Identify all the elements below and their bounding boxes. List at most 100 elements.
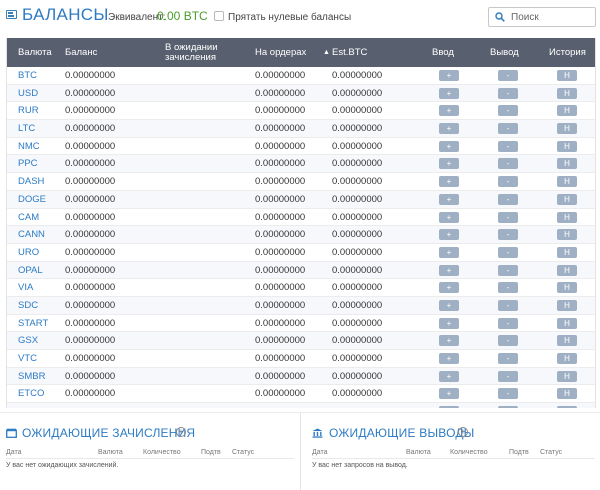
hide-zero-balances-checkbox[interactable] bbox=[214, 11, 224, 21]
deposit-button[interactable]: + bbox=[439, 123, 459, 135]
table-header: Валюта Баланс В ожидании зачисления На о… bbox=[7, 38, 595, 67]
balance-value: 0.00000000 bbox=[65, 158, 116, 170]
currency-link[interactable]: NMC bbox=[18, 138, 40, 155]
deposit-button[interactable]: + bbox=[439, 158, 459, 170]
deposit-button[interactable]: + bbox=[439, 246, 459, 258]
history-button[interactable]: H bbox=[557, 229, 577, 241]
expand-withdrawals-icon[interactable]: + bbox=[458, 427, 468, 437]
withdraw-button[interactable]: - bbox=[498, 229, 518, 241]
history-button[interactable]: H bbox=[557, 370, 577, 382]
withdraw-button[interactable]: - bbox=[498, 317, 518, 329]
history-button[interactable]: H bbox=[557, 406, 577, 408]
currency-link[interactable]: GSX bbox=[18, 332, 38, 349]
currency-link[interactable]: PPC bbox=[18, 155, 38, 172]
table-row: USD 0.00000000 0.00000000 0.00000000 + - H bbox=[7, 84, 595, 103]
currency-link[interactable]: RUR bbox=[18, 102, 39, 119]
withdraw-button[interactable]: - bbox=[498, 193, 518, 205]
currency-link[interactable]: CAM bbox=[18, 209, 39, 226]
currency-link[interactable]: VIA bbox=[18, 279, 33, 296]
withdraw-button[interactable]: - bbox=[498, 388, 518, 400]
withdraw-button[interactable]: - bbox=[498, 370, 518, 382]
deposit-button[interactable]: + bbox=[439, 193, 459, 205]
history-button[interactable]: H bbox=[557, 123, 577, 135]
currency-link[interactable]: START bbox=[18, 315, 48, 332]
deposit-button[interactable]: + bbox=[439, 299, 459, 311]
currency-link[interactable]: ETCO bbox=[18, 385, 44, 402]
withdraw-button[interactable]: - bbox=[498, 211, 518, 223]
deposit-button[interactable]: + bbox=[439, 353, 459, 364]
withdraw-button[interactable]: - bbox=[498, 123, 518, 135]
currency-link[interactable]: URO bbox=[18, 244, 39, 261]
hide-zero-balances-label[interactable]: Прятать нулевые балансы bbox=[228, 12, 351, 23]
deposit-button[interactable]: + bbox=[439, 211, 459, 223]
column-header-currency[interactable]: Валюта bbox=[18, 48, 52, 60]
column-header-on-orders[interactable]: На ордерах bbox=[255, 48, 306, 60]
history-button[interactable]: H bbox=[557, 140, 577, 152]
deposit-button[interactable]: + bbox=[439, 282, 459, 294]
column-header-est-btc[interactable]: Est.BTC bbox=[332, 48, 367, 60]
table-row: CAM 0.00000000 0.00000000 0.00000000 + - H bbox=[7, 208, 595, 227]
withdraw-button[interactable]: - bbox=[498, 335, 518, 347]
deposit-button[interactable]: + bbox=[439, 388, 459, 400]
withdraw-button[interactable]: - bbox=[498, 140, 518, 152]
currency-link[interactable]: BTC bbox=[18, 67, 37, 84]
deposit-button[interactable]: + bbox=[439, 370, 459, 382]
history-button[interactable]: H bbox=[557, 353, 577, 364]
history-button[interactable]: H bbox=[557, 335, 577, 347]
deposit-button[interactable]: + bbox=[439, 406, 459, 408]
deposit-button[interactable]: + bbox=[439, 317, 459, 329]
deposit-button[interactable]: + bbox=[439, 176, 459, 188]
currency-link[interactable]: SMBR bbox=[18, 368, 45, 385]
history-button[interactable]: H bbox=[557, 388, 577, 400]
currency-link[interactable]: DOGE bbox=[18, 191, 46, 208]
history-button[interactable]: H bbox=[557, 211, 577, 223]
history-button[interactable]: H bbox=[557, 87, 577, 99]
history-button[interactable]: H bbox=[557, 264, 577, 276]
deposit-button[interactable]: + bbox=[439, 229, 459, 241]
withdraw-button[interactable]: - bbox=[498, 176, 518, 188]
history-button[interactable]: H bbox=[557, 299, 577, 311]
history-button[interactable]: H bbox=[557, 70, 577, 81]
currency-link[interactable]: LTC bbox=[18, 120, 35, 137]
history-button[interactable]: H bbox=[557, 105, 577, 117]
column-header-pending[interactable]: В ожидании зачисления bbox=[165, 43, 218, 65]
withdraw-button[interactable]: - bbox=[498, 299, 518, 311]
deposit-button[interactable]: + bbox=[439, 105, 459, 117]
search-input[interactable] bbox=[511, 10, 593, 24]
history-button[interactable]: H bbox=[557, 176, 577, 188]
est-btc-value: 0.00000000 bbox=[332, 140, 383, 152]
deposit-button[interactable]: + bbox=[439, 335, 459, 347]
withdraw-button[interactable]: - bbox=[498, 282, 518, 294]
currency-link[interactable]: SDC bbox=[18, 297, 38, 314]
withdraw-button[interactable]: - bbox=[498, 264, 518, 276]
on-orders-value: 0.00000000 bbox=[255, 264, 306, 276]
currency-link[interactable]: DASH bbox=[18, 173, 44, 190]
currency-link[interactable]: OPAL bbox=[18, 262, 43, 279]
withdraw-button[interactable]: - bbox=[498, 70, 518, 81]
table-row: CANN 0.00000000 0.00000000 0.00000000 + - H bbox=[7, 226, 595, 244]
withdrawals-col-amount: Количество bbox=[450, 449, 488, 456]
currency-link[interactable]: CANN bbox=[18, 226, 45, 243]
sort-icon[interactable]: ▲ bbox=[323, 48, 330, 60]
history-button[interactable]: H bbox=[557, 282, 577, 294]
withdraw-button[interactable]: - bbox=[498, 246, 518, 258]
search-box[interactable] bbox=[488, 7, 596, 27]
deposit-button[interactable]: + bbox=[439, 70, 459, 81]
table-row: SMBR 0.00000000 0.00000000 0.00000000 + - H bbox=[7, 367, 595, 386]
history-button[interactable]: H bbox=[557, 246, 577, 258]
currency-link[interactable]: USD bbox=[18, 85, 38, 102]
history-button[interactable]: H bbox=[557, 193, 577, 205]
withdraw-button[interactable]: - bbox=[498, 353, 518, 364]
withdraw-button[interactable]: - bbox=[498, 105, 518, 117]
deposit-button[interactable]: + bbox=[439, 87, 459, 99]
history-button[interactable]: H bbox=[557, 158, 577, 170]
expand-deposits-icon[interactable]: + bbox=[176, 427, 186, 437]
deposit-button[interactable]: + bbox=[439, 264, 459, 276]
currency-link[interactable]: VTC bbox=[18, 350, 37, 367]
withdraw-button[interactable]: - bbox=[498, 87, 518, 99]
withdraw-button[interactable]: - bbox=[498, 158, 518, 170]
column-header-balance[interactable]: Баланс bbox=[65, 48, 97, 60]
deposit-button[interactable]: + bbox=[439, 140, 459, 152]
withdraw-button[interactable]: - bbox=[498, 406, 518, 408]
history-button[interactable]: H bbox=[557, 317, 577, 329]
